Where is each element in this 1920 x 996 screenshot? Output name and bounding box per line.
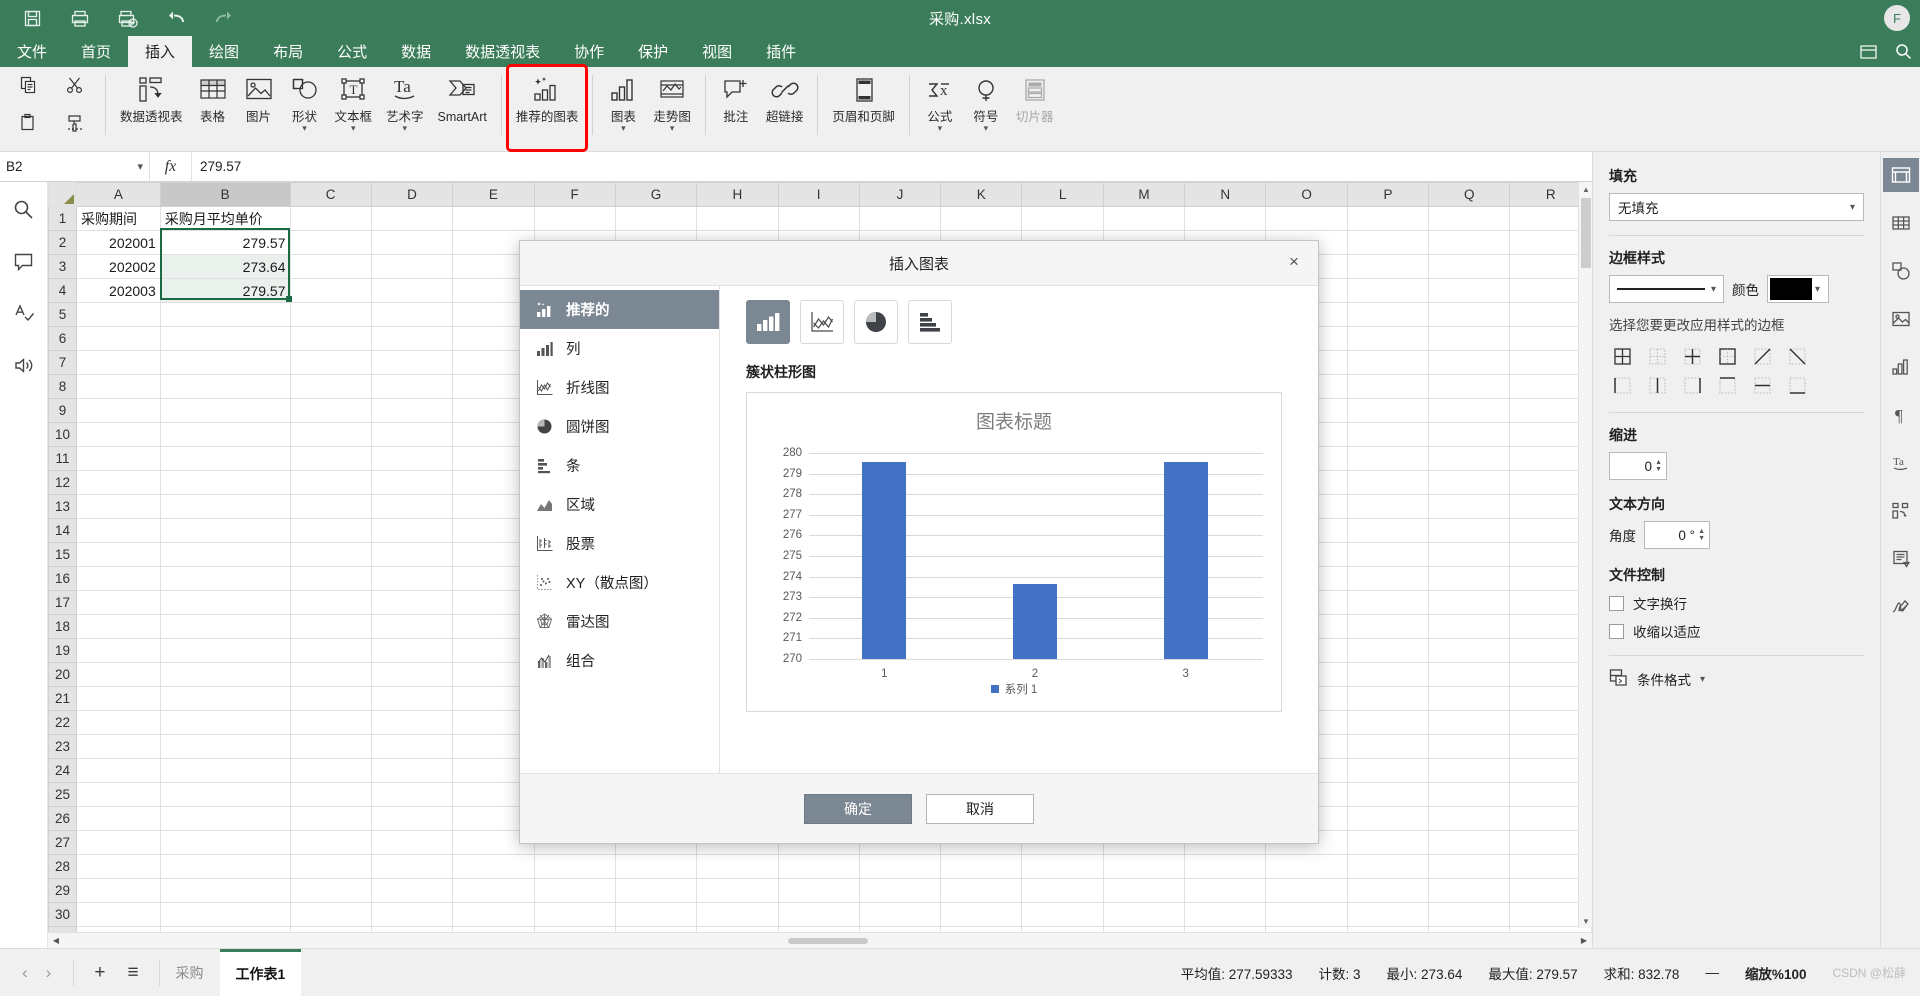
chart-category-推荐的[interactable]: 推荐的	[520, 290, 719, 329]
chart-category-label: 区域	[566, 498, 595, 514]
chart-bar	[1013, 584, 1057, 659]
x-axis-tick-label: 3	[1182, 668, 1189, 680]
y-axis-tick-label: 274	[782, 570, 802, 583]
close-icon[interactable]: ×	[1278, 247, 1310, 277]
chart-category-股票[interactable]: 股票	[520, 524, 719, 563]
y-axis-tick-label: 273	[782, 591, 802, 604]
y-axis-tick-label: 280	[782, 447, 802, 459]
chart-category-list: 推荐的列折线图圆饼图条区域股票 XY（散点图） 雷达图组合	[520, 286, 720, 773]
chart-category-组合[interactable]: 组合	[520, 641, 719, 680]
chart-plot-area: 280 279 278 277 276 275 274 273 272 271 270 1 2 3	[783, 447, 1263, 680]
ok-button[interactable]: 确定	[804, 793, 912, 824]
chart-category-label: 列	[566, 342, 581, 358]
insert-chart-dialog: 插入图表 × 推荐的列折线图圆饼图条区域股票 XY（散点图） 雷达图组合	[519, 240, 1319, 844]
pie-type[interactable]	[854, 300, 898, 344]
radar-chart-icon	[534, 613, 554, 630]
chart-preview: 图表标题 280 279 278 277 276 275 274 273 272 271 270 1 2…	[746, 392, 1282, 712]
chart-category-label: 股票	[566, 537, 595, 553]
chart-title: 图表标题	[975, 412, 1052, 433]
legend-label: 系列 1	[1004, 684, 1038, 696]
chart-type-buttons	[746, 300, 1292, 344]
gridline	[809, 659, 1263, 660]
chart-legend: 系列 1	[747, 681, 1281, 697]
chart-category-区域[interactable]: 区域	[520, 485, 719, 524]
chart-bar	[1163, 461, 1208, 659]
y-axis-tick-label: 278	[782, 488, 802, 501]
chart-category-条[interactable]: 条	[520, 446, 719, 485]
legend-swatch	[990, 685, 999, 693]
y-axis-tick-label: 271	[782, 632, 802, 645]
line-type[interactable]	[800, 300, 844, 344]
dialog-footer: 确定 取消	[520, 773, 1318, 843]
chart-preview-pane: 簇状柱形图 图表标题 280 279 278 277 276 275 274 273 272 27…	[720, 286, 1318, 773]
chart-category-label: 条	[566, 459, 581, 475]
dialog-title-bar: 插入图表 ×	[520, 241, 1318, 285]
chart-category-label: 雷达图	[566, 615, 610, 631]
x-axis-tick-label: 1	[881, 668, 888, 680]
chart-category-label: 圆饼图	[566, 420, 610, 436]
y-axis-tick-label: 272	[782, 611, 802, 624]
chart-category-label: XY（散点图）	[566, 576, 658, 592]
recommended-icon	[534, 301, 554, 318]
column-chart-icon	[534, 340, 554, 357]
modal-overlay: 插入图表 × 推荐的列折线图圆饼图条区域股票 XY（散点图） 雷达图组合	[0, 0, 1920, 996]
chart-category-列[interactable]: 列	[520, 329, 719, 368]
bar-chart-icon	[534, 457, 554, 474]
y-axis-tick-label: 276	[782, 529, 802, 542]
chart-bar	[862, 461, 907, 659]
chart-category-label: 组合	[566, 654, 595, 670]
chart-category-XY（散点图）[interactable]: XY（散点图）	[520, 563, 719, 602]
y-axis-tick-label: 275	[782, 550, 802, 562]
dialog-title: 插入图表	[888, 255, 949, 273]
excel-window: 采购.xlsx F 文件 首页 插入 绘图 布局 公式 数据 数据透视表 协作 保护 视图 插件	[0, 0, 1920, 996]
chart-type-name: 簇状柱形图	[746, 364, 816, 380]
cancel-button[interactable]: 取消	[926, 793, 1034, 824]
pie-chart-icon	[534, 418, 554, 435]
scatter-chart-icon	[534, 574, 554, 591]
x-axis-tick-label: 2	[1031, 668, 1039, 680]
area-chart-icon	[534, 496, 554, 513]
chart-category-雷达图[interactable]: 雷达图	[520, 602, 719, 641]
gridline	[809, 453, 1263, 454]
clustered-column-type[interactable]	[746, 300, 790, 344]
combo-chart-icon	[534, 652, 554, 669]
y-axis-tick-label: 277	[782, 508, 802, 521]
bar-type[interactable]	[908, 300, 952, 344]
dialog-body: 推荐的列折线图 圆饼图条区域 股票 XY（散点图） 雷达图 组合 簇状柱形图 图…	[520, 285, 1318, 773]
y-axis-tick-label: 279	[782, 467, 802, 480]
chart-category-label: 折线图	[566, 381, 610, 397]
chart-category-圆饼图[interactable]: 圆饼图	[520, 407, 719, 446]
chart-category-折线图[interactable]: 折线图	[520, 368, 719, 407]
stock-chart-icon	[534, 535, 554, 552]
line-chart-icon	[534, 379, 554, 396]
chart-category-label: 推荐的	[566, 303, 610, 319]
y-axis-tick-label: 270	[782, 653, 802, 665]
